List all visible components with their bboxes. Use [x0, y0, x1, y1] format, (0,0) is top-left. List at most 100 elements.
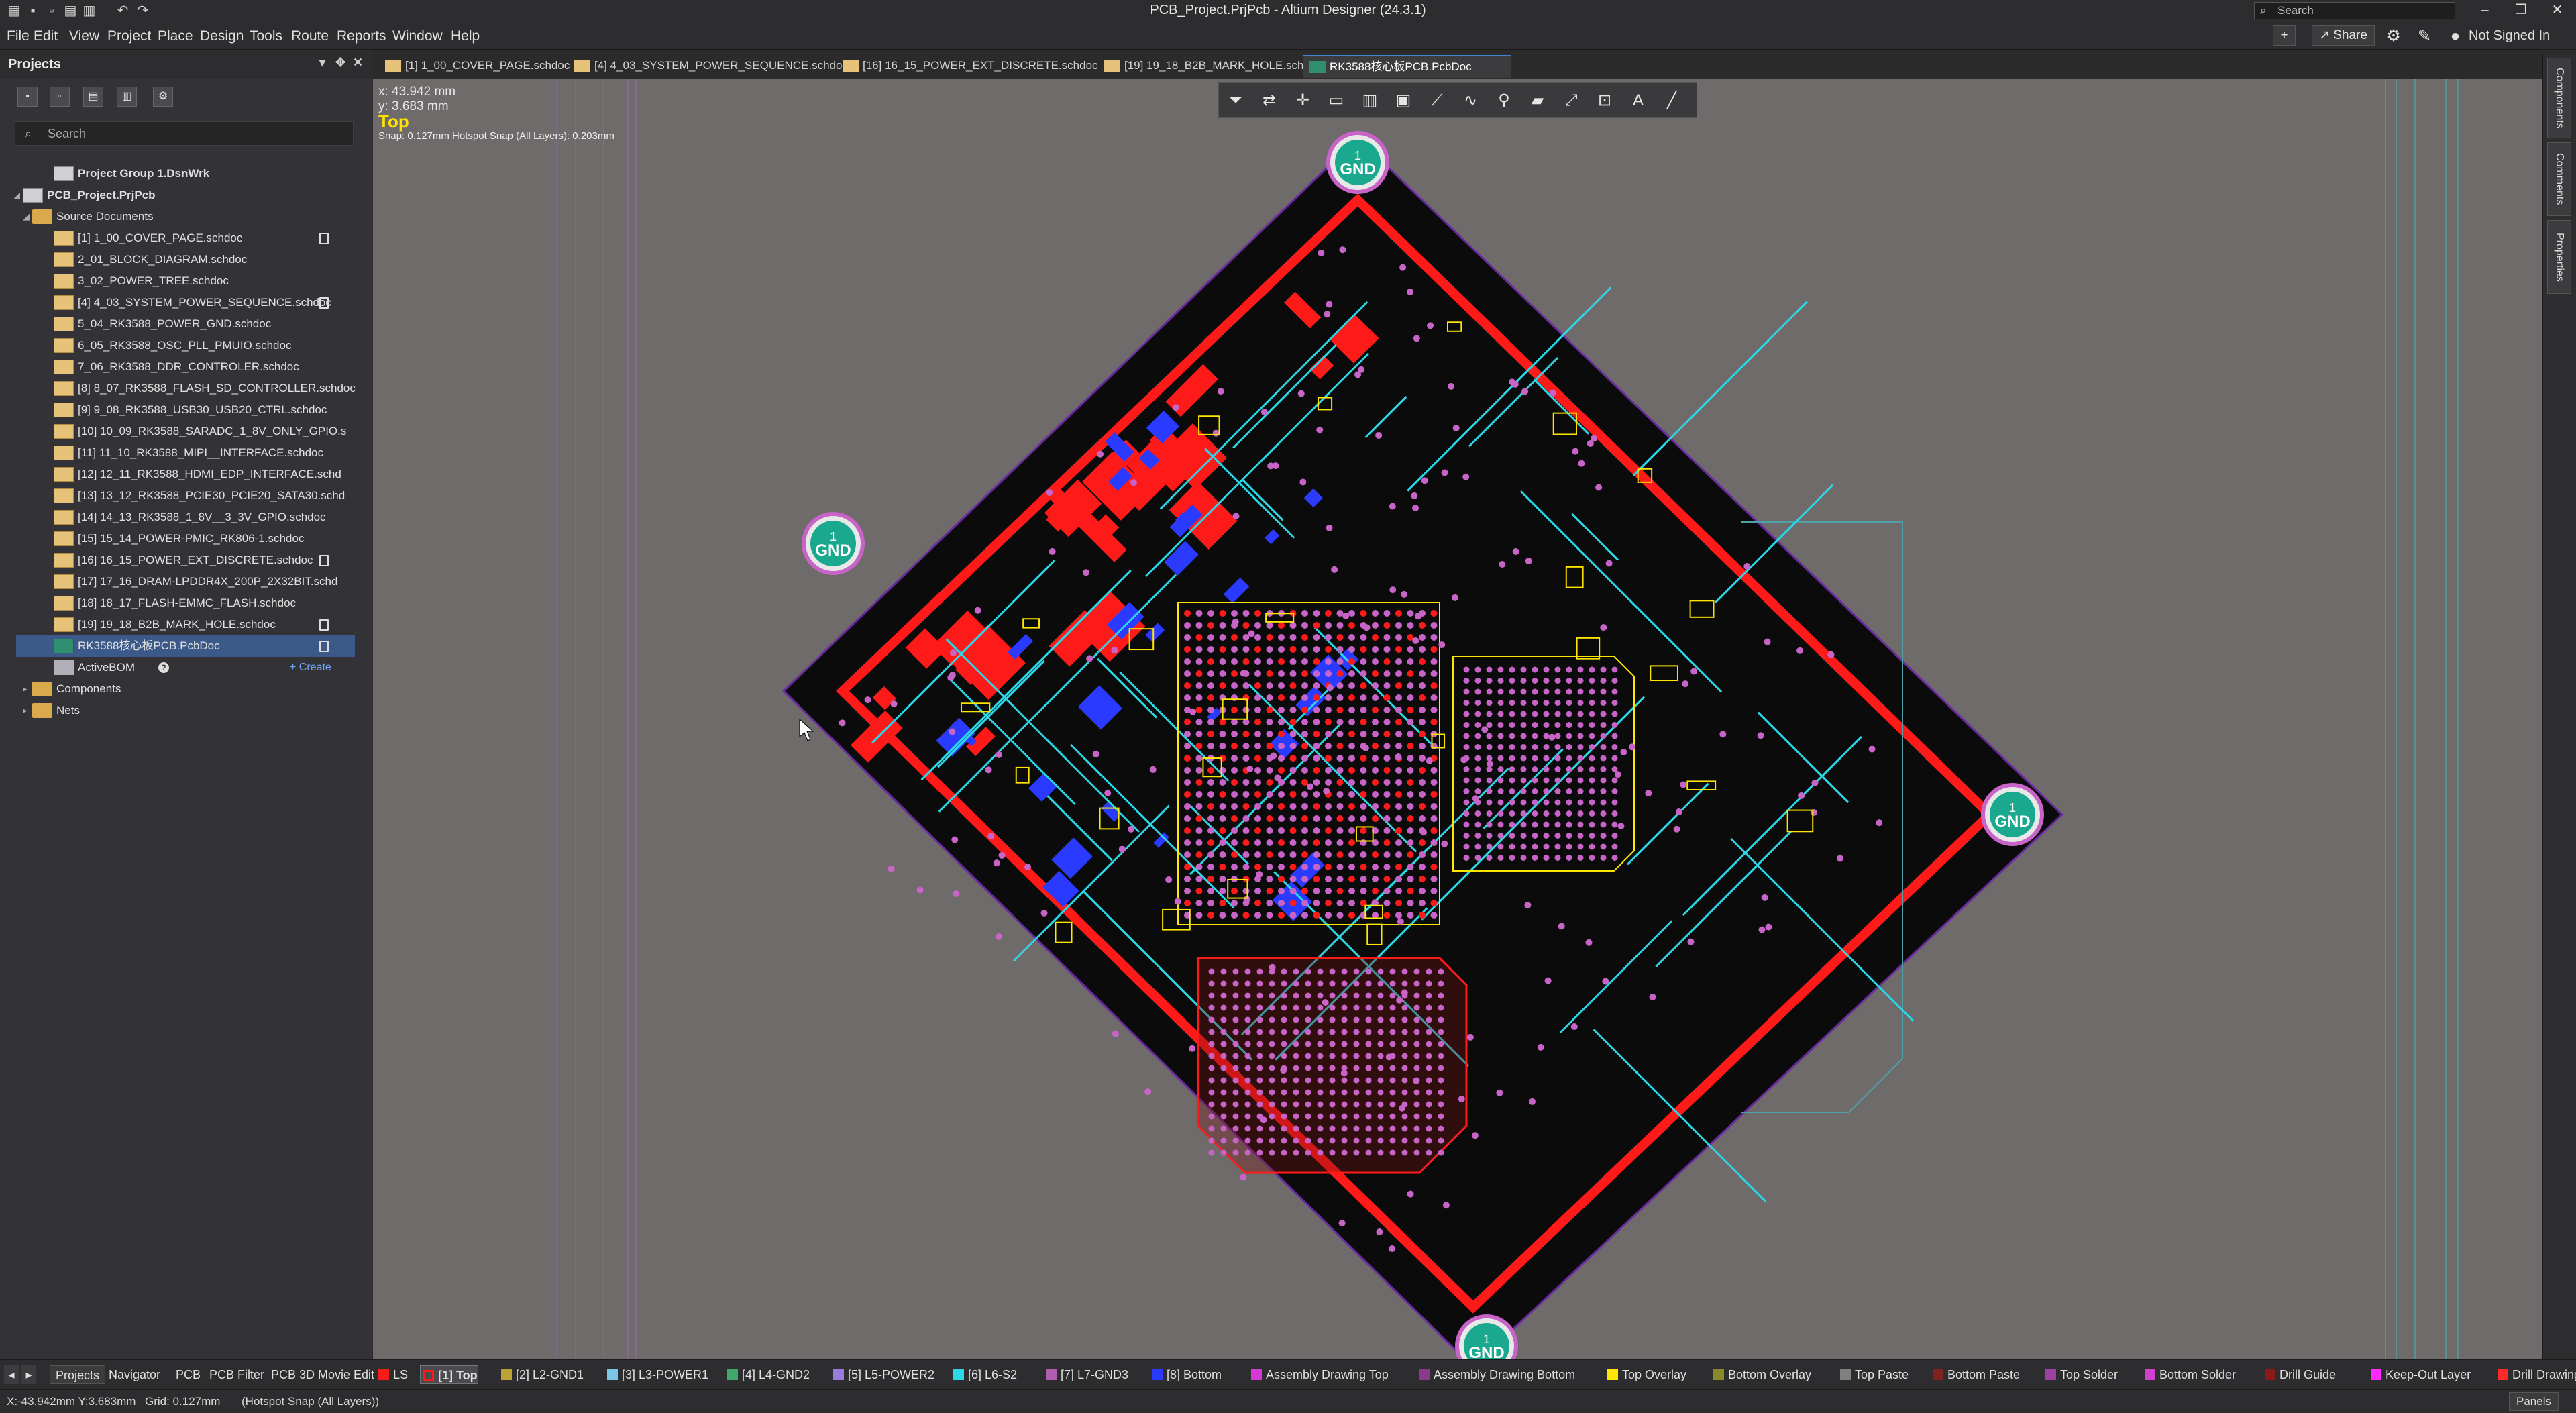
diff-pair-icon[interactable]: ⟋ — [1426, 89, 1448, 112]
layer-tab[interactable]: Bottom Overlay — [1711, 1365, 1811, 1384]
collapse-arrow-icon[interactable]: ◢ — [23, 206, 32, 227]
minimize-button[interactable]: – — [2469, 0, 2501, 20]
menu-route[interactable]: Route — [291, 28, 329, 44]
bottom-tab-pcb-filter[interactable]: PCB Filter — [209, 1365, 264, 1384]
document-tab[interactable]: [19] 19_18_B2B_MARK_HOLE.schdoc — [1097, 55, 1322, 78]
add-button[interactable]: + — [2273, 25, 2296, 46]
document-tab[interactable]: RK3588核心板PCB.PcbDoc — [1303, 55, 1511, 78]
close-project-icon[interactable]: ▥ — [117, 87, 137, 107]
menu-reports[interactable]: Reports — [337, 28, 386, 44]
tree-item[interactable]: RK3588核心板PCB.PcbDoc — [16, 635, 355, 657]
filter-icon[interactable]: ⏷ — [1224, 89, 1247, 112]
line-icon[interactable]: ╱ — [1660, 89, 1683, 112]
scroll-right-icon[interactable]: ▸ — [21, 1365, 36, 1384]
tree-document[interactable]: [18] 18_17_FLASH-EMMC_FLASH.schdoc — [16, 592, 355, 614]
tune-icon[interactable]: ∿ — [1459, 89, 1482, 112]
tree-folder[interactable]: ▸ Components — [16, 678, 355, 700]
layer-tab[interactable]: [6] L6-S2 — [951, 1365, 1017, 1384]
text-icon[interactable]: A — [1627, 89, 1650, 112]
bottom-tab-navigator[interactable]: Navigator — [109, 1365, 160, 1384]
tree-document[interactable]: [13] 13_12_RK3588_PCIE30_PCIE20_SATA30.s… — [16, 485, 355, 507]
layer-tab[interactable]: Top Solder — [2043, 1365, 2118, 1384]
notifications-icon[interactable]: ✎ — [2415, 27, 2434, 46]
layer-tab[interactable]: [4] L4-GND2 — [724, 1365, 810, 1384]
cross-icon[interactable]: ✛ — [1291, 89, 1314, 112]
components-panel-tab[interactable]: Components — [2547, 58, 2571, 138]
properties-panel-tab[interactable]: Properties — [2547, 220, 2571, 294]
layer-tab[interactable]: [5] L5-POWER2 — [830, 1365, 934, 1384]
comments-panel-tab[interactable]: Comments — [2547, 142, 2571, 216]
menu-view[interactable]: View — [69, 28, 99, 44]
tree-document[interactable]: [8] 8_07_RK3588_FLASH_SD_CONTROLLER.schd… — [16, 378, 356, 399]
polygon-icon[interactable]: ▰ — [1526, 89, 1549, 112]
bottom-tab-pcb[interactable]: PCB — [176, 1365, 201, 1384]
menu-file[interactable]: File — [7, 28, 30, 44]
tree-document[interactable]: 2_01_BLOCK_DIAGRAM.schdoc — [16, 249, 355, 270]
save-all-project-icon[interactable]: ▫ — [50, 87, 70, 107]
document-tab[interactable]: [4] 4_03_SYSTEM_POWER_SEQUENCE.schdoc — [568, 55, 848, 78]
scroll-left-icon[interactable]: ◂ — [4, 1365, 19, 1384]
tree-item[interactable]: ActiveBOM? + Create — [16, 657, 355, 678]
menu-tools[interactable]: Tools — [250, 28, 282, 44]
layer-tab[interactable]: Bottom Solder — [2142, 1365, 2236, 1384]
chart-icon[interactable]: ▥ — [1358, 89, 1381, 112]
tree-document[interactable]: [9] 9_08_RK3588_USB30_USB20_CTRL.schdoc — [16, 399, 355, 421]
tree-item[interactable]: Project Group 1.DsnWrk — [16, 163, 355, 185]
tree-document[interactable]: 7_06_RK3588_DDR_CONTROLER.schdoc — [16, 356, 355, 378]
tree-document[interactable]: [11] 11_10_RK3588_MIPI__INTERFACE.schdoc — [16, 442, 355, 464]
tree-document[interactable]: 3_02_POWER_TREE.schdoc — [16, 270, 355, 292]
close-button[interactable]: ✕ — [2541, 0, 2573, 20]
layer-tab[interactable]: Drill Drawing — [2495, 1365, 2576, 1384]
tree-document[interactable]: 6_05_RK3588_OSC_PLL_PMUIO.schdoc — [16, 335, 355, 356]
tree-document[interactable]: [16] 16_15_POWER_EXT_DISCRETE.schdoc — [16, 550, 355, 571]
component-icon[interactable]: ▣ — [1392, 89, 1415, 112]
tree-folder[interactable]: ◢ Source Documents — [16, 206, 355, 227]
projects-search-input[interactable]: ⌕ Search — [15, 121, 354, 146]
panels-button[interactable]: Panels — [2509, 1392, 2559, 1411]
interactive-route-icon[interactable]: ⤢ — [1560, 89, 1582, 112]
select-rect-icon[interactable]: ▭ — [1325, 89, 1348, 112]
settings-gear-icon[interactable]: ⚙ — [2384, 27, 2403, 46]
expand-arrow-icon[interactable]: ▸ — [23, 700, 32, 721]
bottom-tab-projects[interactable]: Projects — [50, 1365, 106, 1384]
tree-document[interactable]: [17] 17_16_DRAM-LPDDR4X_200P_2X32BIT.sch… — [16, 571, 355, 592]
menu-design[interactable]: Design — [200, 28, 244, 44]
restore-button[interactable]: ❐ — [2505, 0, 2537, 20]
route-icon[interactable]: ⇄ — [1258, 89, 1281, 112]
tree-document[interactable]: [19] 19_18_B2B_MARK_HOLE.schdoc — [16, 614, 355, 635]
layer-tab[interactable]: [2] L2-GND1 — [498, 1365, 584, 1384]
menu-help[interactable]: Help — [451, 28, 480, 44]
menu-window[interactable]: Window — [392, 28, 443, 44]
tree-document[interactable]: [14] 14_13_RK3588_1_8V__3_3V_GPIO.schdoc — [16, 507, 355, 528]
tree-document[interactable]: [12] 12_11_RK3588_HDMI_EDP_INTERFACE.sch… — [16, 464, 355, 485]
layer-tab[interactable]: Assembly Drawing Bottom — [1416, 1365, 1575, 1384]
collapse-arrow-icon[interactable]: ◢ — [13, 185, 23, 206]
save-project-icon[interactable]: ▪ — [17, 87, 38, 107]
panel-close-icon[interactable]: ✕ — [353, 56, 363, 70]
tree-document[interactable]: [4] 4_03_SYSTEM_POWER_SEQUENCE.schdoc — [16, 292, 355, 313]
pcb-board-view[interactable]: 1GND1GND1GND1GND — [373, 79, 2542, 1359]
layer-tab[interactable]: Keep-Out Layer — [2368, 1365, 2471, 1384]
pin-icon[interactable]: ✥ — [335, 56, 345, 70]
layer-tab[interactable]: LS — [376, 1365, 408, 1384]
dimension-icon[interactable]: ⊡ — [1593, 89, 1616, 112]
share-button[interactable]: ↗ Share — [2312, 25, 2375, 46]
layer-tab[interactable]: [8] Bottom — [1149, 1365, 1222, 1384]
layer-tab[interactable]: [7] L7-GND3 — [1043, 1365, 1128, 1384]
expand-arrow-icon[interactable]: ▸ — [23, 678, 32, 700]
tree-document[interactable]: 5_04_RK3588_POWER_GND.schdoc — [16, 313, 355, 335]
menu-project[interactable]: Project — [107, 28, 151, 44]
help-icon[interactable]: ? — [158, 662, 169, 673]
document-tab[interactable]: [1] 1_00_COVER_PAGE.schdoc — [378, 55, 570, 78]
create-bom-link[interactable]: + Create — [290, 657, 331, 678]
user-status[interactable]: Not Signed In — [2469, 28, 2550, 44]
global-search-input[interactable]: ⌕ Search — [2254, 2, 2455, 19]
tree-document[interactable]: [1] 1_00_COVER_PAGE.schdoc — [16, 227, 355, 249]
panel-menu-icon[interactable]: ▾ — [319, 56, 325, 70]
tree-document[interactable]: [15] 15_14_POWER-PMIC_RK806-1.schdoc — [16, 528, 355, 550]
layer-tab[interactable]: Bottom Paste — [1930, 1365, 2020, 1384]
pcb-canvas[interactable]: 1 GND 1 GND 1 GND 1 GND x: 43.942 mm y: 3.683 m… — [373, 79, 2542, 1359]
layer-tab[interactable]: Drill Guide — [2262, 1365, 2336, 1384]
layer-tab[interactable]: Top Overlay — [1605, 1365, 1686, 1384]
document-tab[interactable]: [16] 16_15_POWER_EXT_DISCRETE.schdoc — [836, 55, 1098, 78]
